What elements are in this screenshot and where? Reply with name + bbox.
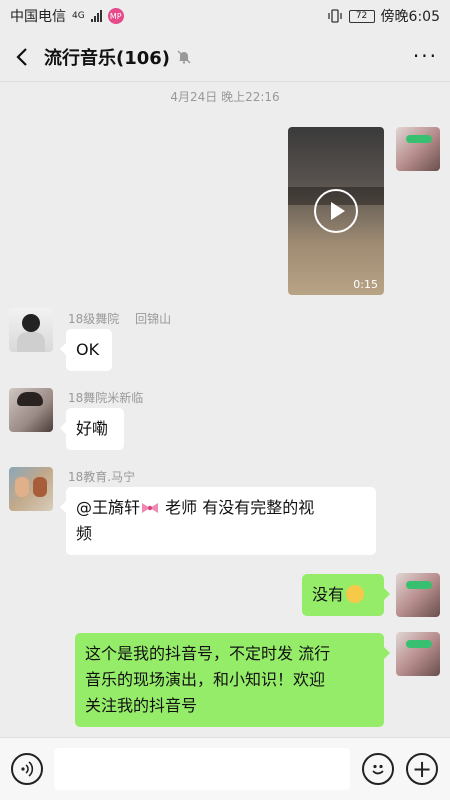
status-right: 72 傍晚6:05 — [327, 6, 440, 26]
vibrate-icon — [327, 9, 342, 23]
avatar-me[interactable] — [396, 632, 440, 676]
sender-name: 18教育.马宁 — [68, 470, 136, 484]
message-text-line: 这个是我的抖音号，不定时发 流行 — [85, 644, 331, 663]
message-text-line: 关注我的抖音号 — [85, 696, 198, 715]
mp-badge-icon: MP — [107, 8, 124, 24]
message-bubble[interactable]: 这个是我的抖音号，不定时发 流行 音乐的现场演出，和小知识！欢迎 关注我的抖音号 — [75, 633, 390, 727]
avatar-me[interactable] — [396, 127, 440, 171]
mention-text: @王旖轩 — [76, 498, 141, 517]
chat-title[interactable]: 流行音乐(106) — [44, 44, 170, 70]
input-bar: + — [0, 737, 450, 800]
message-text-line: 音乐的现场演出，和小知识！欢迎 — [85, 670, 326, 689]
voice-icon — [21, 761, 34, 777]
video-duration: 0:15 — [353, 278, 378, 291]
message-bubble[interactable]: @王旖轩 老师 有没有完整的视 频 — [60, 487, 376, 555]
message-bubble[interactable]: 没有 — [302, 574, 390, 616]
bow-emoji-icon — [142, 503, 159, 513]
battery-icon: 72 — [348, 9, 375, 23]
avatar-me[interactable] — [396, 573, 440, 617]
status-time: 傍晚6:05 — [380, 9, 440, 25]
carrier-label: 中国电信 — [10, 9, 66, 25]
avatar[interactable] — [9, 308, 53, 352]
message-text-line: 老师 有没有完整的视 — [160, 498, 315, 517]
chat-header: 流行音乐(106) ··· — [0, 32, 450, 82]
plus-button[interactable]: + — [406, 753, 438, 785]
avatar[interactable] — [9, 467, 53, 511]
message-bubble[interactable]: 好嘞 — [60, 408, 124, 450]
sender-name: 18级舞院 回锦山 — [68, 312, 172, 326]
video-message[interactable]: 0:15 — [288, 127, 384, 295]
chat-timestamp: 4月24日 晚上22:16 — [170, 90, 280, 104]
play-icon[interactable] — [314, 189, 358, 233]
message-bubble[interactable]: OK — [60, 329, 112, 371]
back-button[interactable] — [0, 32, 44, 82]
sender-name: 18舞院米新临 — [68, 391, 144, 405]
sweat-smile-emoji-icon — [346, 585, 365, 603]
message-text-line: 频 — [76, 524, 93, 543]
voice-button[interactable] — [11, 753, 43, 785]
message-input[interactable] — [54, 748, 350, 790]
back-arrow-icon — [16, 47, 27, 66]
bell-off-icon — [177, 50, 191, 64]
signal-icon — [90, 10, 102, 22]
more-options-button[interactable]: ··· — [413, 44, 438, 68]
message-text: 没有 — [312, 585, 345, 604]
emoji-button[interactable] — [362, 753, 394, 785]
plus-icon: + — [411, 755, 433, 783]
status-left: 中国电信 4G MP — [10, 6, 124, 26]
status-bar: 中国电信 4G MP 72 傍晚6:05 — [0, 0, 450, 32]
avatar[interactable] — [9, 388, 53, 432]
network-label: 4G — [72, 11, 85, 21]
emoji-icon — [372, 764, 384, 775]
